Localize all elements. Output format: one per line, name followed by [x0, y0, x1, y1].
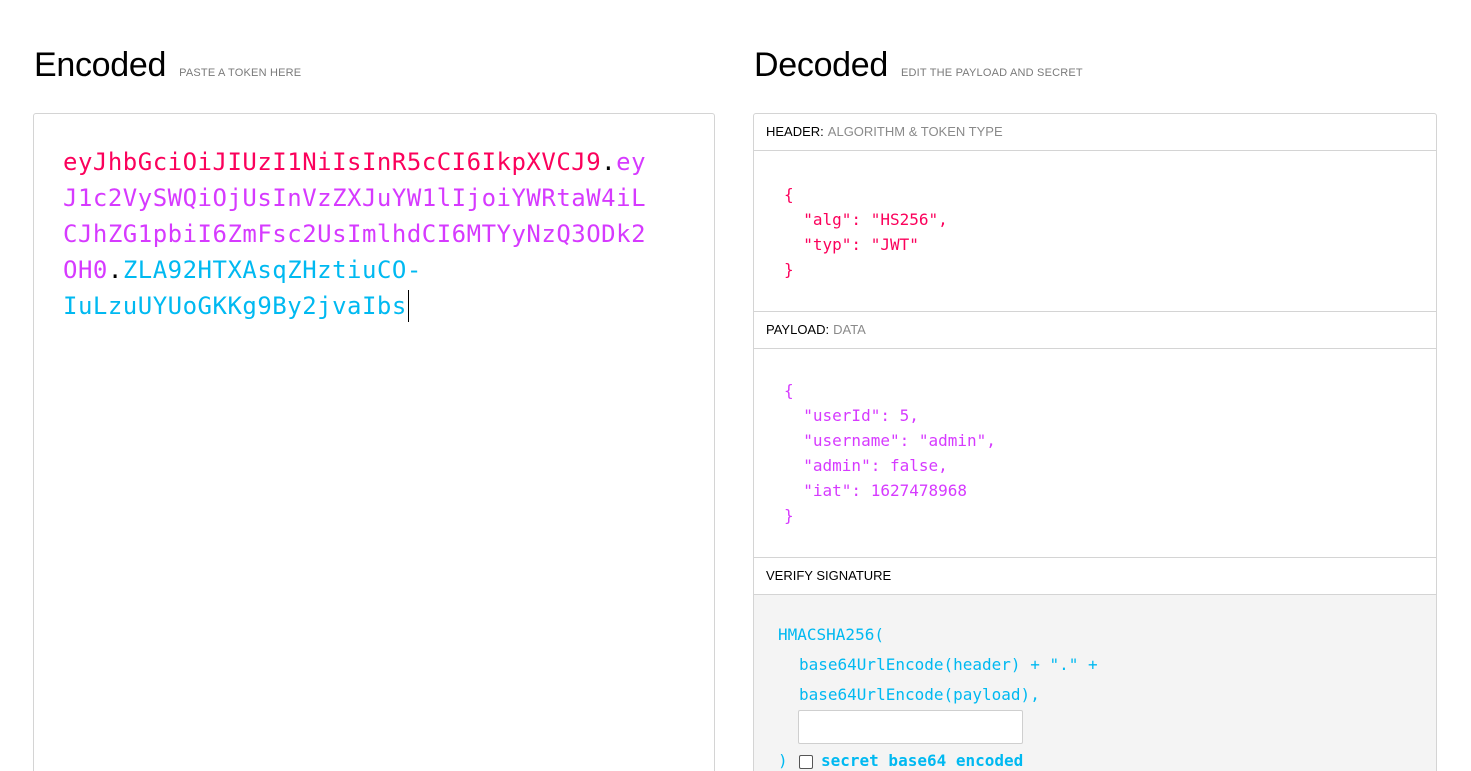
hmac-function-name: HMACSHA256(: [778, 625, 884, 644]
token-dot: .: [107, 256, 123, 284]
secret-base64-label[interactable]: secret base64 encoded: [821, 751, 1023, 770]
payload-panel-label: PAYLOAD:: [766, 322, 830, 337]
header-json-editor[interactable]: { "alg": "HS256", "typ": "JWT" }: [784, 182, 948, 282]
header-panel-label: HEADER:: [766, 124, 824, 139]
hmac-close-paren: ): [778, 751, 788, 770]
decoded-panels: HEADER: ALGORITHM & TOKEN TYPE { "alg": "…: [753, 113, 1437, 771]
payload-panel-heading: PAYLOAD: DATA: [754, 311, 1436, 349]
header-panel-hint: ALGORITHM & TOKEN TYPE: [827, 124, 1003, 139]
encoded-section-title: Encoded PASTE A TOKEN HERE: [34, 46, 301, 85]
token-payload-part: ey: [616, 148, 647, 176]
token-line: OH0.ZLA92HTXAsqZHztiuCO-: [63, 252, 643, 288]
secret-base64-checkbox[interactable]: [799, 755, 813, 769]
decoded-heading: Decoded: [754, 46, 888, 84]
secret-input[interactable]: [798, 710, 1023, 744]
encoded-subtitle: PASTE A TOKEN HERE: [179, 67, 302, 79]
payload-json-editor[interactable]: { "userId": 5, "username": "admin", "adm…: [784, 378, 996, 528]
decoded-section-title: Decoded EDIT THE PAYLOAD AND SECRET: [754, 46, 1083, 85]
token-line: eyJhbGciOiJIUzI1NiIsInR5cCI6IkpXVCJ9.ey: [63, 144, 647, 180]
token-line: CJhZG1pbiI6ZmFsc2UsImlhdCI6MTYyNzQ3ODk2: [63, 216, 647, 252]
hmac-header-arg: base64UrlEncode(header) + "." +: [799, 655, 1098, 674]
encoded-heading: Encoded: [34, 46, 167, 84]
token-payload-part: J1c2VySWQiOjUsInVzZXJuYW1lIjoiYWRtaW4iL: [63, 184, 647, 212]
decoded-subtitle: EDIT THE PAYLOAD AND SECRET: [901, 67, 1083, 79]
token-text[interactable]: eyJhbGciOiJIUzI1NiIsInR5cCI6IkpXVCJ9.ey …: [63, 144, 647, 324]
token-line: J1c2VySWQiOjUsInVzZXJuYW1lIjoiYWRtaW4iL: [63, 180, 647, 216]
token-payload-part: CJhZG1pbiI6ZmFsc2UsImlhdCI6MTYyNzQ3ODk2: [63, 220, 647, 248]
token-payload-part: OH0: [63, 256, 108, 284]
token-signature-part: ZLA92HTXAsqZHztiuCO-: [122, 256, 422, 284]
text-caret: [407, 290, 409, 322]
token-dot: .: [601, 148, 617, 176]
token-header-part: eyJhbGciOiJIUzI1NiIsInR5cCI6IkpXVCJ9: [63, 148, 602, 176]
header-panel-heading: HEADER: ALGORITHM & TOKEN TYPE: [754, 114, 1436, 151]
token-line: IuLzuUYUoGKKg9By2jvaIbs: [63, 288, 643, 324]
verify-signature-label: VERIFY SIGNATURE: [766, 568, 892, 583]
payload-panel-hint: DATA: [833, 322, 866, 337]
jwt-debugger-page: Encoded PASTE A TOKEN HERE Decoded EDIT …: [0, 0, 1471, 771]
token-signature-part: IuLzuUYUoGKKg9By2jvaIbs: [63, 292, 407, 320]
verify-signature-panel: HMACSHA256( base64UrlEncode(header) + ".…: [754, 595, 1436, 771]
hmac-payload-arg: base64UrlEncode(payload),: [799, 685, 1040, 704]
encoded-token-editor[interactable]: eyJhbGciOiJIUzI1NiIsInR5cCI6IkpXVCJ9.ey …: [33, 113, 715, 771]
verify-signature-heading: VERIFY SIGNATURE: [754, 557, 1436, 595]
